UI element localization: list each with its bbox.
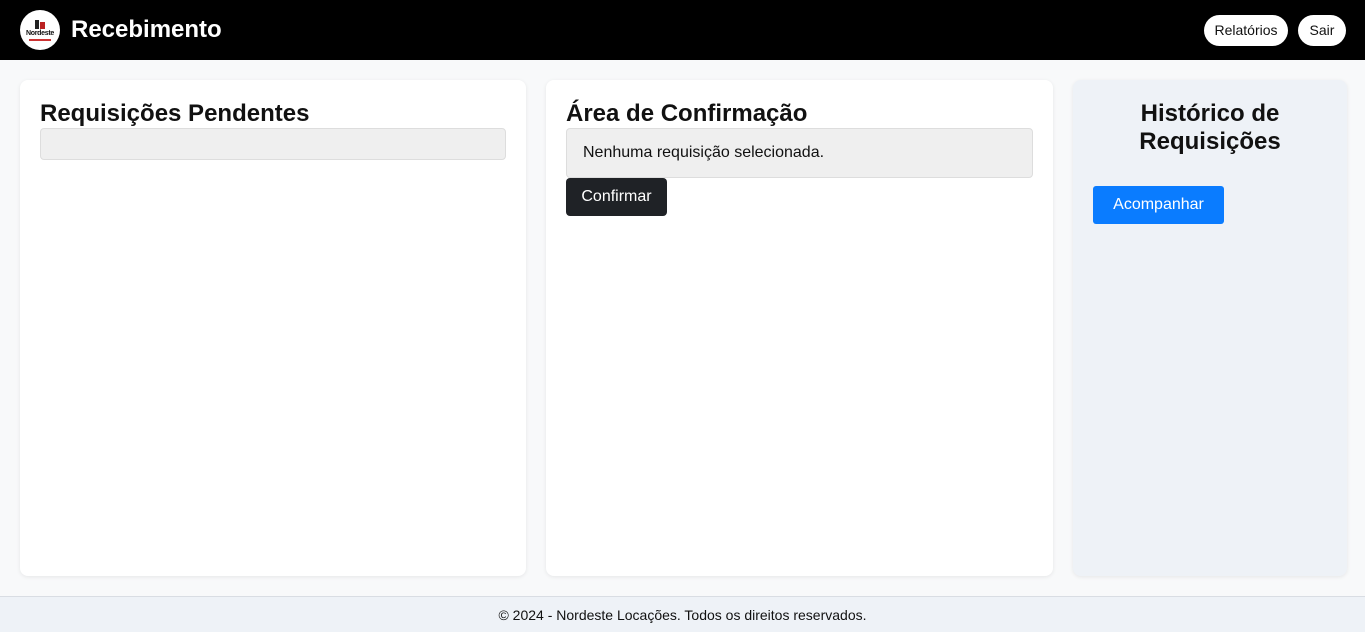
page-title: Recebimento — [71, 16, 222, 43]
pending-requests-list[interactable] — [40, 128, 506, 160]
logo-underline — [29, 38, 51, 41]
selected-request-box: Nenhuma requisição selecionada. — [566, 128, 1033, 178]
confirmation-title: Área de Confirmação — [566, 100, 808, 127]
confirm-button[interactable]: Confirmar — [566, 178, 667, 216]
track-button[interactable]: Acompanhar — [1093, 186, 1224, 224]
reports-button[interactable]: Relatórios — [1204, 14, 1288, 46]
company-logo: Nordeste — [20, 10, 60, 50]
history-panel: Histórico de Requisições Acompanhar — [1073, 80, 1347, 576]
footer: © 2024 - Nordeste Locações. Todos os dir… — [0, 596, 1365, 632]
history-title: Histórico de Requisições — [1139, 100, 1281, 155]
logout-button[interactable]: Sair — [1298, 14, 1346, 46]
pending-requests-panel: Requisições Pendentes — [20, 80, 526, 576]
top-bar: Nordeste Recebimento Relatórios Sair — [0, 0, 1365, 60]
selected-request-message: Nenhuma requisição selecionada. — [583, 144, 825, 161]
logo-icon — [35, 19, 45, 29]
pending-requests-title: Requisições Pendentes — [40, 100, 310, 127]
footer-text: © 2024 - Nordeste Locações. Todos os dir… — [498, 606, 867, 623]
logo-text: Nordeste — [26, 29, 54, 37]
confirmation-panel: Área de Confirmação Nenhuma requisição s… — [546, 80, 1053, 576]
